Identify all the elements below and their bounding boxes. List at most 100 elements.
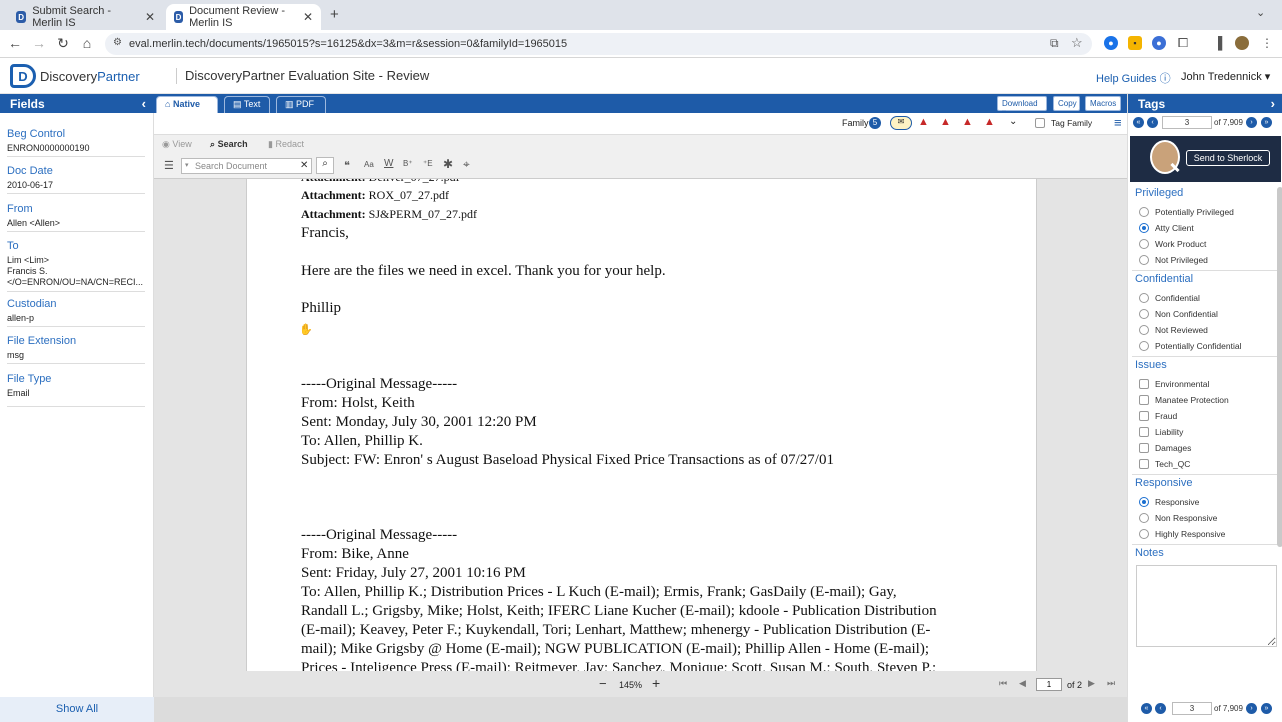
back-arrow-icon[interactable]: ← [6,35,24,51]
tags-scrollbar[interactable] [1277,187,1282,547]
notes-textarea[interactable] [1136,565,1277,647]
hamburger-menu-icon[interactable]: ≡ [1114,115,1122,130]
option-work-product[interactable]: Work Product [1139,239,1206,249]
help-guides-link[interactable]: Help Guides ⓘ [1096,70,1171,86]
site-info-icon[interactable]: ⚙ [113,37,122,48]
option-responsive[interactable]: Responsive [1139,497,1199,507]
profile-avatar[interactable] [1235,36,1249,50]
zoom-in-icon[interactable]: + [652,675,660,691]
checkbox[interactable] [1139,411,1149,421]
tab-text[interactable]: ▤ Text [224,96,270,113]
browser-tab-submit-search[interactable]: D Submit Search - Merlin IS ✕ [8,4,163,30]
extensions-puzzle-icon[interactable]: ⧠ [1176,35,1190,50]
view-mode-button[interactable]: ◉ View [162,139,192,150]
radio[interactable] [1139,309,1149,319]
user-menu[interactable]: John Tredennick ▾ [1181,70,1270,83]
pdf-family-icon[interactable]: ▲ [940,116,951,128]
bookmark-star-icon[interactable]: ☆ [1071,35,1083,51]
last-doc-icon[interactable]: » [1261,703,1272,714]
prev-page-icon[interactable]: ◀ [1019,678,1026,689]
chevron-down-icon[interactable]: ⌄ [1009,116,1017,127]
quote-icon[interactable]: ❝ [344,159,350,172]
radio[interactable] [1139,325,1149,335]
option-potentially-privileged[interactable]: Potentially Privileged [1139,207,1234,217]
option-not-reviewed[interactable]: Not Reviewed [1139,325,1208,335]
option-liability[interactable]: Liability [1139,427,1183,437]
match-case-icon[interactable]: Aa [364,160,374,169]
prev-doc-icon[interactable]: ‹ [1155,703,1166,714]
option-highly-responsive[interactable]: Highly Responsive [1139,529,1225,539]
first-doc-icon[interactable]: « [1141,703,1152,714]
radio[interactable] [1139,239,1149,249]
extension-badge-icon[interactable]: ▪ [1128,36,1142,50]
boolean-icon[interactable]: B⁺ [403,159,413,168]
option-damages[interactable]: Damages [1139,443,1191,453]
macros-button[interactable]: Macros [1085,96,1121,111]
checkbox[interactable] [1139,459,1149,469]
browser-tab-document-review[interactable]: D Document Review - Merlin IS ✕ [166,4,321,30]
pdf-family-icon[interactable]: ▲ [962,116,973,128]
last-doc-icon[interactable]: » [1261,117,1272,128]
radio[interactable] [1139,207,1149,217]
option-not-privileged[interactable]: Not Privileged [1139,255,1208,265]
radio[interactable] [1139,255,1149,265]
sidebar-toggle-icon[interactable]: ▐ [1211,36,1225,50]
tag-family-checkbox[interactable] [1035,118,1045,128]
home-icon[interactable]: ⌂ [78,35,96,51]
checkbox[interactable] [1139,443,1149,453]
close-tab-icon[interactable]: ✕ [145,10,155,24]
caret-down-icon[interactable]: ▾ [185,161,189,169]
list-icon[interactable]: ☰ [164,159,174,172]
exact-icon[interactable]: ⁺E [423,159,433,168]
option-confidential[interactable]: Confidential [1139,293,1200,303]
collapse-right-icon[interactable]: › [1271,96,1275,111]
tab-native[interactable]: ⌂ Native [156,96,218,113]
url-bar[interactable]: ⚙ eval.merlin.tech/documents/1965015?s=1… [105,33,1092,55]
zoom-out-icon[interactable]: − [599,676,607,691]
first-page-icon[interactable]: ⏮ [999,678,1007,689]
next-doc-icon[interactable]: › [1246,703,1257,714]
search-mode-button[interactable]: ⌕ Search [210,139,248,150]
radio[interactable] [1139,293,1149,303]
option-fraud[interactable]: Fraud [1139,411,1177,421]
option-environmental[interactable]: Environmental [1139,379,1209,389]
extension-icon[interactable]: ● [1104,36,1118,50]
doc-position-input[interactable]: 3 [1162,116,1212,129]
whole-word-icon[interactable]: W [384,158,393,169]
search-icon[interactable]: ⌕ [316,157,334,174]
option-potentially-confidential[interactable]: Potentially Confidential [1139,341,1241,351]
prev-doc-icon[interactable]: ‹ [1147,117,1158,128]
last-page-icon[interactable]: ⏭ [1107,678,1115,689]
next-doc-icon[interactable]: › [1246,117,1257,128]
checkbox[interactable] [1139,395,1149,405]
target-icon[interactable]: ⌖ [463,157,470,172]
send-to-sherlock-button[interactable]: Send to Sherlock [1186,150,1270,166]
redact-mode-button[interactable]: ▮ Redact [268,139,304,150]
collapse-left-icon[interactable]: ‹ [142,96,146,111]
radio-selected[interactable] [1139,497,1149,507]
option-non-confidential[interactable]: Non Confidential [1139,309,1218,319]
browser-menu-icon[interactable]: ⋮ [1260,36,1274,50]
radio-selected[interactable] [1139,223,1149,233]
radio[interactable] [1139,513,1149,523]
next-page-icon[interactable]: ▶ [1088,678,1095,689]
option-non-responsive[interactable]: Non Responsive [1139,513,1217,523]
option-atty-client[interactable]: Atty Client [1139,223,1194,233]
tab-pdf[interactable]: ▥ PDF [276,96,326,113]
first-doc-icon[interactable]: « [1133,117,1144,128]
tab-search-icon[interactable]: ⌄ [1256,6,1265,19]
pdf-family-icon[interactable]: ▲ [984,116,995,128]
show-all-button[interactable]: Show All [0,697,154,722]
pdf-family-icon[interactable]: ▲ [918,116,929,128]
radio[interactable] [1139,529,1149,539]
checkbox[interactable] [1139,427,1149,437]
extension-icon[interactable]: ● [1152,36,1166,50]
option-tech-qc[interactable]: Tech_QC [1139,459,1190,469]
option-manatee-protection[interactable]: Manatee Protection [1139,395,1229,405]
email-family-icon[interactable]: ✉ [890,116,912,130]
download-button[interactable]: Download ▾ [997,96,1047,117]
clear-search-icon[interactable]: ✕ [300,160,308,171]
forward-arrow-icon[interactable]: → [30,35,48,51]
search-document-input[interactable]: ▾ Search Document ✕ [181,158,312,174]
document-viewer[interactable]: Attachment: Deliver_07_27.pdf Attachment… [154,179,1127,671]
